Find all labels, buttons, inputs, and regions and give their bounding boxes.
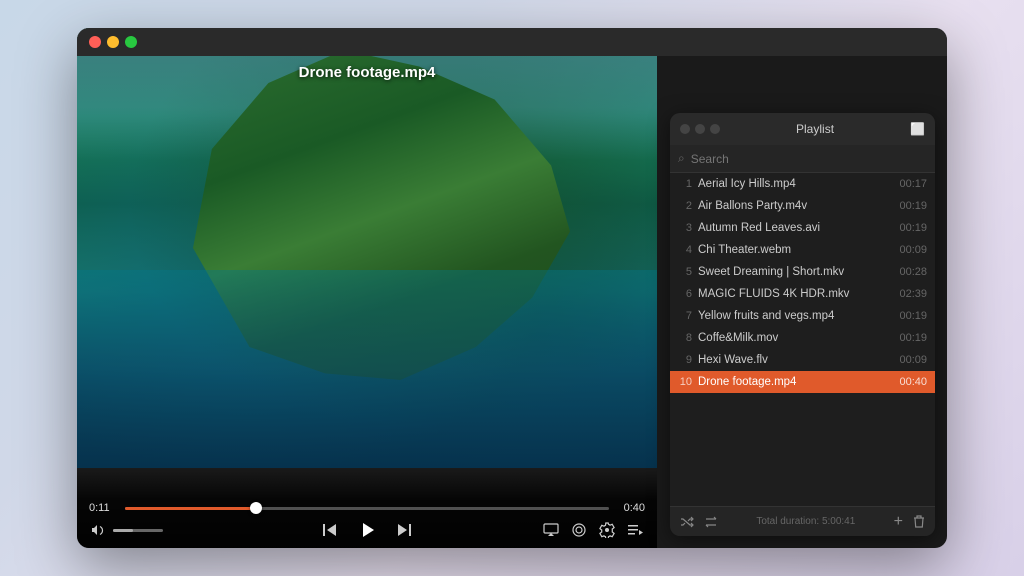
playlist-item-duration: 00:19 [897,200,927,212]
video-background [77,28,657,468]
playlist-item-name: Drone footage.mp4 [698,376,891,388]
total-time: 0:40 [617,502,645,514]
playlist-item-num: 5 [678,266,692,278]
playlist-list: 1 Aerial Icy Hills.mp4 00:17 2 Air Ballons P… [670,173,935,506]
playlist-item-duration: 00:17 [897,178,927,190]
playlist-item-num: 7 [678,310,692,322]
playlist-item-num: 4 [678,244,692,256]
player-window: Drone footage.mp4 0:11 0:40 [77,28,947,548]
playlist-item-duration: 00:28 [897,266,927,278]
pl-dot-3 [710,124,720,134]
settings-button[interactable] [597,520,617,540]
progress-row: 0:11 0:40 [89,502,645,514]
controls-bar: 0:11 0:40 [77,468,657,548]
playlist-item-duration: 00:40 [897,376,927,388]
controls-center [319,516,415,544]
shuffle-button[interactable] [678,513,696,531]
playlist-item-name: Sweet Dreaming | Short.mkv [698,266,891,278]
search-icon: ⌕ [678,151,685,166]
playlist-item-num: 9 [678,354,692,366]
playlist-item-10[interactable]: 10 Drone footage.mp4 00:40 [670,371,935,393]
playlist-title: Playlist [796,122,834,136]
playlist-item-5[interactable]: 5 Sweet Dreaming | Short.mkv 00:28 [670,261,935,283]
total-duration: Total duration: 5:00:41 [728,516,884,527]
playlist-item-duration: 00:09 [897,244,927,256]
playlist-item-num: 3 [678,222,692,234]
playlist-item-8[interactable]: 8 Coffe&Milk.mov 00:19 [670,327,935,349]
playlist-item-name: Aerial Icy Hills.mp4 [698,178,891,190]
title-bar [77,28,947,56]
playlist-item-num: 6 [678,288,692,300]
delete-button[interactable] [911,513,927,531]
volume-slider[interactable] [113,529,163,532]
progress-track[interactable] [125,507,609,510]
playlist-item-name: Yellow fruits and vegs.mp4 [698,310,891,322]
footer-left [678,513,720,531]
pl-dot-1 [680,124,690,134]
playlist-item-name: Hexi Wave.flv [698,354,891,366]
playlist-item-duration: 02:39 [897,288,927,300]
playlist-item-4[interactable]: 4 Chi Theater.webm 00:09 [670,239,935,261]
progress-thumb [250,502,262,514]
play-button[interactable] [353,516,381,544]
playlist-item-7[interactable]: 7 Yellow fruits and vegs.mp4 00:19 [670,305,935,327]
footer-right: + [892,511,927,533]
playlist-item-duration: 00:09 [897,354,927,366]
playlist-item-6[interactable]: 6 MAGIC FLUIDS 4K HDR.mkv 02:39 [670,283,935,305]
pl-dot-2 [695,124,705,134]
playlist-footer: Total duration: 5:00:41 + [670,506,935,536]
traffic-lights [89,36,137,48]
volume-fill [113,529,133,532]
close-button[interactable] [89,36,101,48]
minimize-button[interactable] [107,36,119,48]
playlist-item-num: 8 [678,332,692,344]
playlist-item-1[interactable]: 1 Aerial Icy Hills.mp4 00:17 [670,173,935,195]
playlist-item-duration: 00:19 [897,222,927,234]
airplay2-button[interactable] [569,520,589,540]
search-bar: ⌕ [670,145,935,173]
playlist-panel: Playlist ⬜ ⌕ 1 Aerial Icy Hills.mp4 00:17 2… [670,113,935,536]
controls-right [541,520,645,540]
playlist-item-name: Coffe&Milk.mov [698,332,891,344]
playlist-button[interactable] [625,520,645,540]
playlist-item-num: 1 [678,178,692,190]
prev-button[interactable] [319,519,341,541]
progress-fill [125,507,256,510]
playlist-item-duration: 00:19 [897,310,927,322]
playlist-item-num: 2 [678,200,692,212]
playlist-item-name: Chi Theater.webm [698,244,891,256]
controls-row [89,520,645,540]
playlist-item-3[interactable]: 3 Autumn Red Leaves.avi 00:19 [670,217,935,239]
fullscreen-button[interactable] [125,36,137,48]
repeat-button[interactable] [702,513,720,531]
playlist-header: Playlist ⬜ [670,113,935,145]
playlist-item-duration: 00:19 [897,332,927,344]
controls-left [89,520,163,540]
current-time: 0:11 [89,502,117,514]
airplay-button[interactable] [541,520,561,540]
video-title: Drone footage.mp4 [77,64,657,81]
playlist-item-name: Air Ballons Party.m4v [698,200,891,212]
playlist-item-9[interactable]: 9 Hexi Wave.flv 00:09 [670,349,935,371]
playlist-item-num: 10 [678,376,692,388]
playlist-item-name: MAGIC FLUIDS 4K HDR.mkv [698,288,891,300]
search-input[interactable] [691,152,927,166]
video-area: Drone footage.mp4 [77,28,657,468]
playlist-dots [680,124,720,134]
water-overlay [77,270,657,468]
add-button[interactable]: + [892,511,905,533]
playlist-item-name: Autumn Red Leaves.avi [698,222,891,234]
volume-button[interactable] [89,520,109,540]
next-button[interactable] [393,519,415,541]
playlist-window-button[interactable]: ⬜ [910,122,925,136]
playlist-item-2[interactable]: 2 Air Ballons Party.m4v 00:19 [670,195,935,217]
